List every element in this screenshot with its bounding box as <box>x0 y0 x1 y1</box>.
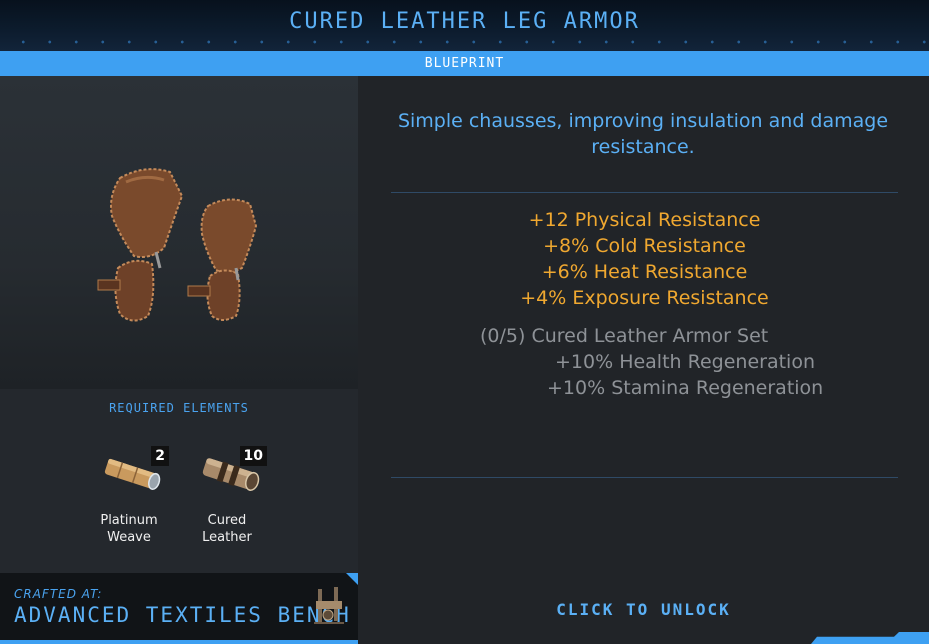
required-element-cured-leather[interactable]: 10 Cured Leather <box>187 446 267 546</box>
stat-list: +12 Physical Resistance +8% Cold Resista… <box>391 207 898 311</box>
crafted-at-underline <box>0 640 358 644</box>
required-element-platinum-weave[interactable]: 2 Platinum Weave <box>89 446 169 546</box>
required-element-name: Platinum Weave <box>89 512 169 546</box>
crafted-at-panel: CRAFTED AT: ADVANCED TEXTILES BENCH <box>0 573 358 644</box>
blueprint-bar: BLUEPRINT <box>0 51 929 76</box>
header-banner: CURED LEATHER LEG ARMOR <box>0 0 929 51</box>
crafted-at-label: CRAFTED AT: <box>14 587 103 601</box>
item-title: CURED LEATHER LEG ARMOR <box>289 9 640 34</box>
left-panel: REQUIRED ELEMENTS 2 Platinum Weave 10 Cu… <box>0 76 358 644</box>
item-preview <box>0 76 358 389</box>
required-element-count: 10 <box>239 446 267 466</box>
required-element-name-line2: Leather <box>202 530 252 545</box>
corner-accent-bottom-right <box>811 632 929 644</box>
stat-line: +8% Cold Resistance <box>543 235 746 257</box>
required-element-name: Cured Leather <box>187 512 267 546</box>
set-bonus-line: +10% Health Regeneration <box>555 351 815 373</box>
header-dot-pattern <box>0 36 929 48</box>
crafting-station-name: ADVANCED TEXTILES BENCH <box>14 603 351 627</box>
blueprint-label: BLUEPRINT <box>424 56 505 71</box>
stat-line: +6% Heat Resistance <box>541 261 748 283</box>
required-element-icon-wrap: 2 <box>89 446 169 506</box>
required-element-name-line1: Platinum <box>100 513 158 528</box>
required-element-name-line1: Cured <box>207 513 247 528</box>
details-panel: Simple chausses, improving insulation an… <box>358 76 929 644</box>
required-element-icon-wrap: 10 <box>187 446 267 506</box>
item-description: Simple chausses, improving insulation an… <box>397 110 889 158</box>
stat-line: +4% Exposure Resistance <box>520 287 769 309</box>
required-element-count: 2 <box>151 446 169 466</box>
click-to-unlock-button[interactable]: CLICK TO UNLOCK <box>358 600 929 619</box>
textiles-bench-icon <box>314 587 344 624</box>
stats-box: +12 Physical Resistance +8% Cold Resista… <box>391 192 898 478</box>
armor-set-title: (0/5) Cured Leather Armor Set <box>480 325 769 347</box>
stat-line: +12 Physical Resistance <box>528 209 761 231</box>
set-bonus-line: +10% Stamina Regeneration <box>547 377 824 399</box>
leather-leg-armor-icon <box>97 168 258 322</box>
corner-accent <box>346 573 358 585</box>
required-elements-title: REQUIRED ELEMENTS <box>109 401 249 415</box>
required-element-name-line2: Weave <box>107 530 151 545</box>
